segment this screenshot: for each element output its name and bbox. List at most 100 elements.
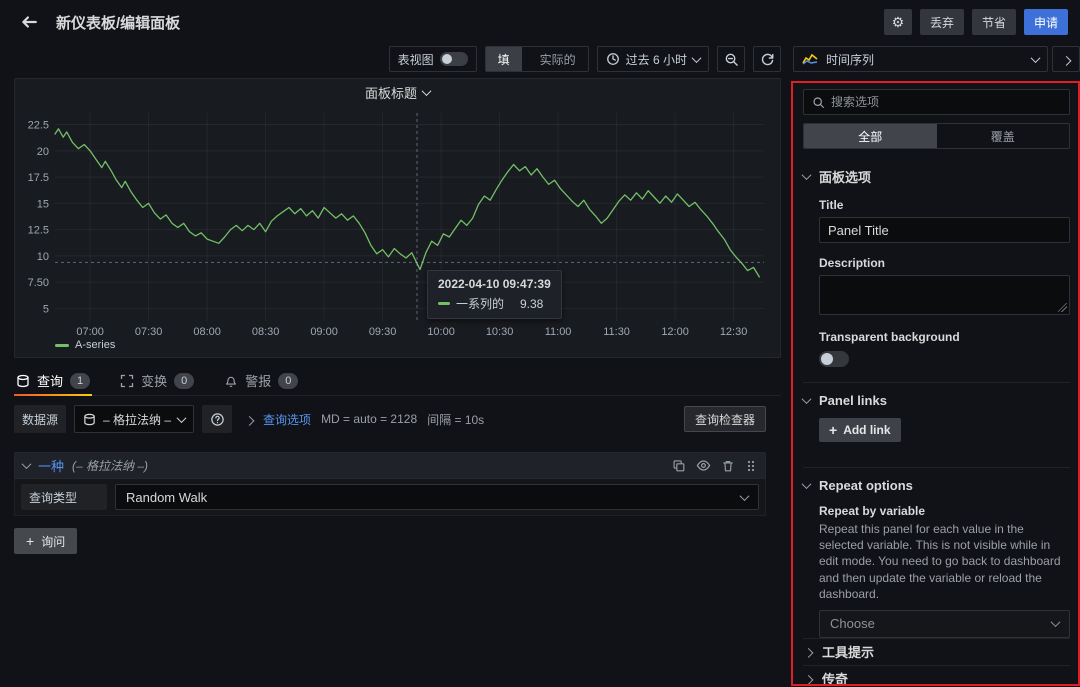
resize-grip-icon[interactable]	[1058, 303, 1067, 312]
tab-transform[interactable]: 变换 0	[118, 366, 196, 395]
chart-panel: 面板标题 57.501012.51517.52022.507:0007:3008…	[14, 78, 781, 358]
table-view-switch[interactable]	[440, 52, 468, 66]
query-type-label: 查询类型	[21, 484, 107, 510]
query-inspector-button[interactable]: 查询检查器	[684, 406, 766, 432]
settings-button[interactable]: ⚙	[884, 9, 912, 35]
add-link-label: Add link	[843, 423, 890, 437]
tab-alert-count: 0	[278, 373, 298, 389]
plus-icon: +	[26, 534, 34, 548]
tab-query[interactable]: 查询 1	[14, 366, 92, 395]
query-options-row: 查询选项 MD = auto = 2128 间隔 = 10s	[246, 411, 484, 428]
save-button[interactable]: 节省	[972, 9, 1016, 35]
table-view-label: 表视图	[398, 51, 434, 68]
toolbar-right: 时间序列	[793, 46, 1080, 72]
tab-alert-label: 警报	[245, 371, 271, 390]
chevron-down-icon	[802, 394, 812, 404]
svg-text:11:00: 11:00	[545, 326, 572, 338]
arrow-left-icon	[20, 13, 38, 31]
svg-text:7.50: 7.50	[28, 277, 49, 289]
transparent-bg-toggle[interactable]	[819, 351, 849, 367]
section-panel-options-label: 面板选项	[819, 167, 871, 186]
chart-legend[interactable]: A-series	[55, 339, 780, 351]
svg-text:07:30: 07:30	[135, 326, 163, 338]
tab-transform-count: 0	[174, 373, 194, 389]
tab-all-options[interactable]: 全部	[804, 124, 937, 148]
database-icon	[16, 374, 30, 388]
chevron-down-icon	[740, 491, 750, 501]
query-options-link[interactable]: 查询选项	[263, 411, 311, 428]
time-series-chart[interactable]: 57.501012.51517.52022.507:0007:3008:0008…	[19, 105, 774, 339]
header-bar: 新仪表板/编辑面板 ⚙ 丢弃 节省 申请	[0, 0, 1080, 44]
datasource-help-button[interactable]	[202, 405, 232, 433]
description-textarea[interactable]	[819, 275, 1070, 315]
duplicate-query-icon[interactable]	[672, 458, 686, 473]
discard-button[interactable]: 丢弃	[920, 9, 964, 35]
query-ref-id[interactable]: 一种	[38, 456, 64, 475]
query-row-body: 查询类型 Random Walk	[14, 479, 766, 516]
query-row-header[interactable]: 一种 (– 格拉法纳 –)	[14, 452, 766, 479]
time-range-picker[interactable]: 过去 6 小时	[597, 46, 709, 72]
delete-query-icon[interactable]	[721, 458, 735, 473]
database-icon	[83, 413, 96, 426]
datasource-picker[interactable]: – 格拉法纳 –	[74, 405, 194, 433]
editor-tabs: 查询 1 变换 0 警报 0	[14, 366, 781, 396]
section-repeat-options-label: Repeat options	[819, 478, 913, 493]
section-legend[interactable]: 传奇	[803, 665, 1070, 687]
svg-text:11:30: 11:30	[603, 326, 630, 338]
section-repeat-options[interactable]: Repeat options	[803, 478, 1070, 493]
options-search[interactable]	[803, 89, 1070, 115]
tab-alert[interactable]: 警报 0	[222, 366, 300, 395]
svg-text:08:30: 08:30	[252, 326, 280, 338]
table-view-toggle[interactable]: 表视图	[389, 46, 477, 72]
zoom-out-button[interactable]	[717, 46, 745, 72]
section-panel-options[interactable]: 面板选项	[803, 167, 1070, 186]
panel-title-menu[interactable]: 面板标题	[15, 79, 780, 105]
chart-area: 57.501012.51517.52022.507:0007:3008:0008…	[19, 105, 780, 339]
section-panel-links[interactable]: Panel links	[803, 393, 1070, 408]
repeat-by-variable-label: Repeat by variable	[819, 504, 1070, 518]
page-title: 新仪表板/编辑面板	[56, 12, 180, 33]
chevron-down-icon	[802, 479, 812, 489]
fill-option[interactable]: 填	[486, 47, 522, 71]
options-search-input[interactable]	[831, 95, 1061, 109]
svg-text:07:00: 07:00	[76, 326, 104, 338]
query-type-value: Random Walk	[126, 490, 207, 505]
datasource-value: – 格拉法纳 –	[103, 411, 171, 428]
edit-toolbar: 表视图 填 实际的 过去 6 小时	[0, 46, 1080, 72]
apply-button[interactable]: 申请	[1024, 9, 1068, 35]
add-link-button[interactable]: + Add link	[819, 418, 901, 442]
chevron-down-icon	[692, 53, 702, 63]
back-button[interactable]	[12, 5, 46, 39]
svg-text:09:30: 09:30	[369, 326, 397, 338]
tooltip-timestamp: 2022-04-10 09:47:39	[438, 277, 551, 291]
chevron-down-icon	[177, 413, 187, 423]
question-circle-icon	[210, 412, 225, 427]
drag-handle-icon[interactable]	[745, 458, 757, 473]
time-range-label: 过去 6 小时	[626, 51, 687, 68]
toolbar-left: 表视图 填 实际的 过去 6 小时	[14, 46, 781, 72]
panel-title-input[interactable]	[819, 217, 1070, 243]
query-row-datasource: (– 格拉法纳 –)	[72, 457, 148, 474]
chevron-right-icon	[804, 648, 814, 658]
collapsed-sections: 工具提示 传奇 图表样式 轴 标准选项	[803, 638, 1070, 687]
chart-tooltip: 2022-04-10 09:47:39 一系列的 9.38	[427, 270, 562, 319]
chevron-down-icon	[422, 86, 432, 96]
add-query-button[interactable]: + 询问	[14, 528, 77, 554]
collapse-options-pane-button[interactable]	[1052, 46, 1080, 72]
section-tooltip[interactable]: 工具提示	[803, 638, 1070, 665]
refresh-button[interactable]	[753, 46, 781, 72]
svg-text:5: 5	[43, 303, 49, 315]
pane-size-radio: 填 实际的	[485, 46, 589, 72]
svg-text:12.5: 12.5	[28, 225, 49, 237]
query-type-select[interactable]: Random Walk	[115, 484, 759, 510]
zoom-out-icon	[724, 52, 739, 67]
actual-option[interactable]: 实际的	[528, 47, 588, 71]
add-query-label: 询问	[41, 533, 65, 550]
visualization-picker[interactable]: 时间序列	[793, 46, 1048, 72]
tab-overrides[interactable]: 覆盖	[937, 124, 1070, 148]
svg-text:17.5: 17.5	[28, 172, 49, 184]
transform-icon	[120, 374, 134, 388]
repeat-variable-select[interactable]: Choose	[819, 610, 1070, 638]
hide-query-icon[interactable]	[696, 458, 711, 473]
chevron-down-icon	[1051, 618, 1061, 628]
